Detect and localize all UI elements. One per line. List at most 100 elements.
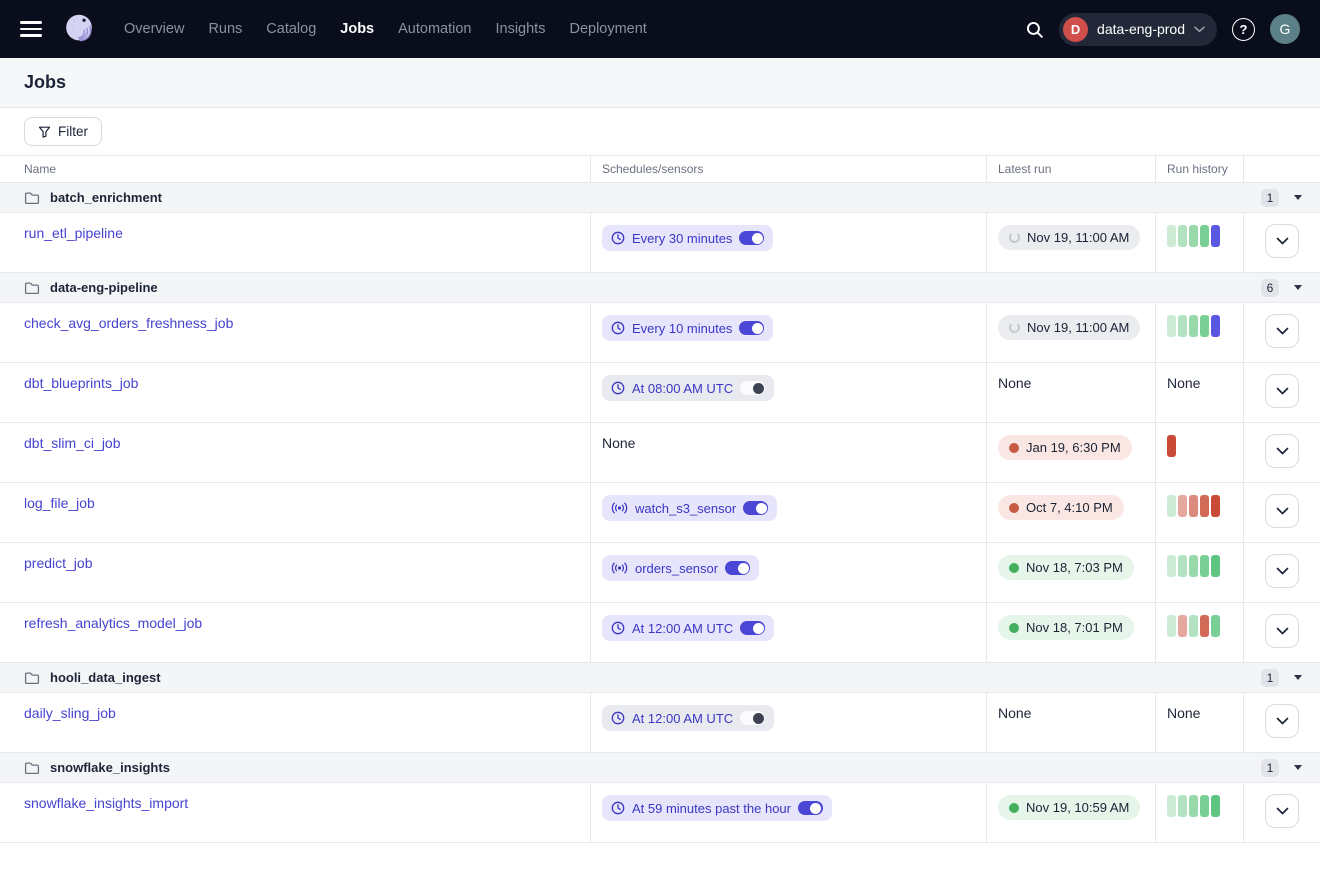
expand-row-button[interactable] [1265,374,1299,408]
run-history-bar[interactable] [1211,615,1220,637]
job-row-dbt_blueprints_job: dbt_blueprints_jobAt 08:00 AM UTCNoneNon… [0,363,1320,423]
dagster-logo-icon[interactable] [60,9,98,49]
sensor-chip[interactable]: watch_s3_sensor [602,495,777,521]
job-link[interactable]: check_avg_orders_freshness_job [24,315,233,331]
nav-item-deployment[interactable]: Deployment [569,21,646,37]
job-link[interactable]: refresh_analytics_model_job [24,615,202,631]
run-history-bar[interactable] [1189,225,1198,247]
schedule-chip[interactable]: At 12:00 AM UTC [602,615,774,641]
expand-row-button[interactable] [1265,704,1299,738]
group-row-hooli_data_ingest[interactable]: hooli_data_ingest1 [0,663,1320,693]
run-history-bar[interactable] [1189,495,1198,517]
run-history-bar[interactable] [1189,315,1198,337]
group-row-snowflake_insights[interactable]: snowflake_insights1 [0,753,1320,783]
group-row-batch_enrichment[interactable]: batch_enrichment1 [0,183,1320,213]
workspace-switcher[interactable]: D data-eng-prod [1059,13,1217,46]
run-history-bars [1167,315,1243,337]
run-history-bar[interactable] [1200,555,1209,577]
expand-row-button[interactable] [1265,614,1299,648]
run-history-bar[interactable] [1178,795,1187,817]
run-history-bar[interactable] [1189,555,1198,577]
latest-run-pill[interactable]: Nov 19, 11:00 AM [998,225,1140,250]
filter-button[interactable]: Filter [24,117,102,146]
schedule-toggle[interactable] [740,621,765,635]
run-history-bar[interactable] [1178,615,1187,637]
collapse-caret-icon[interactable] [1294,765,1302,770]
nav-item-overview[interactable]: Overview [124,21,184,37]
run-history-bar[interactable] [1200,225,1209,247]
schedule-chip[interactable]: Every 10 minutes [602,315,773,341]
help-icon[interactable]: ? [1232,18,1255,41]
run-history-bar[interactable] [1200,495,1209,517]
schedule-toggle[interactable] [743,501,768,515]
latest-run-pill[interactable]: Nov 18, 7:01 PM [998,615,1134,640]
latest-run-pill[interactable]: Oct 7, 4:10 PM [998,495,1124,520]
run-history-bar[interactable] [1211,225,1220,247]
nav-item-insights[interactable]: Insights [495,21,545,37]
run-history-bar[interactable] [1167,795,1176,817]
search-icon[interactable] [1025,20,1044,39]
run-history-bar[interactable] [1189,795,1198,817]
job-link[interactable]: run_etl_pipeline [24,225,123,241]
run-history-bar[interactable] [1178,225,1187,247]
expand-row-button[interactable] [1265,224,1299,258]
schedule-toggle[interactable] [740,711,765,725]
schedule-chip[interactable]: At 12:00 AM UTC [602,705,774,731]
run-history-bar[interactable] [1200,315,1209,337]
job-link[interactable]: snowflake_insights_import [24,795,188,811]
run-history-bar[interactable] [1167,495,1176,517]
hamburger-menu-icon[interactable] [20,21,42,36]
run-history-bar[interactable] [1200,795,1209,817]
run-history-bar[interactable] [1178,315,1187,337]
expand-row-button[interactable] [1265,554,1299,588]
nav-item-jobs[interactable]: Jobs [340,21,374,37]
run-history-bar[interactable] [1211,795,1220,817]
expand-row-button[interactable] [1265,494,1299,528]
run-history-bar[interactable] [1211,495,1220,517]
job-link[interactable]: daily_sling_job [24,705,116,721]
run-history-bar[interactable] [1167,615,1176,637]
job-link[interactable]: log_file_job [24,495,95,511]
collapse-caret-icon[interactable] [1294,285,1302,290]
run-history-bar[interactable] [1178,555,1187,577]
schedule-chip[interactable]: Every 30 minutes [602,225,773,251]
run-history-bar[interactable] [1167,315,1176,337]
run-history-bar[interactable] [1200,615,1209,637]
collapse-caret-icon[interactable] [1294,195,1302,200]
collapse-caret-icon[interactable] [1294,675,1302,680]
expand-row-button[interactable] [1265,794,1299,828]
run-history-bar[interactable] [1211,315,1220,337]
job-link[interactable]: dbt_slim_ci_job [24,435,121,451]
schedule-chip[interactable]: At 08:00 AM UTC [602,375,774,401]
latest-run-pill[interactable]: Jan 19, 6:30 PM [998,435,1132,460]
nav-item-runs[interactable]: Runs [208,21,242,37]
run-history-bar[interactable] [1189,615,1198,637]
schedule-toggle[interactable] [725,561,750,575]
schedule-chip[interactable]: At 59 minutes past the hour [602,795,832,821]
group-row-data-eng-pipeline[interactable]: data-eng-pipeline6 [0,273,1320,303]
run-history-bar[interactable] [1178,495,1187,517]
workspace-badge: D [1063,17,1088,42]
schedule-toggle[interactable] [798,801,823,815]
job-link[interactable]: dbt_blueprints_job [24,375,138,391]
latest-run-pill[interactable]: Nov 19, 10:59 AM [998,795,1140,820]
sensor-chip[interactable]: orders_sensor [602,555,759,581]
nav-item-automation[interactable]: Automation [398,21,471,37]
run-history-bar[interactable] [1167,555,1176,577]
avatar[interactable]: G [1270,14,1300,44]
latest-run-pill[interactable]: Nov 18, 7:03 PM [998,555,1134,580]
latest-run-pill[interactable]: Nov 19, 11:00 AM [998,315,1140,340]
table-header: Name Schedules/sensors Latest run Run hi… [0,155,1320,183]
schedule-toggle[interactable] [739,321,764,335]
schedule-toggle[interactable] [739,231,764,245]
job-link[interactable]: predict_job [24,555,93,571]
run-history-bar[interactable] [1211,555,1220,577]
run-history-bar[interactable] [1167,435,1176,457]
expand-row-button[interactable] [1265,434,1299,468]
nav-item-catalog[interactable]: Catalog [266,21,316,37]
schedule-toggle[interactable] [740,381,765,395]
latest-run-cell: Nov 19, 11:00 AM [986,303,1155,362]
expand-row-button[interactable] [1265,314,1299,348]
run-history-bar[interactable] [1167,225,1176,247]
run-history-cell [1155,543,1243,602]
